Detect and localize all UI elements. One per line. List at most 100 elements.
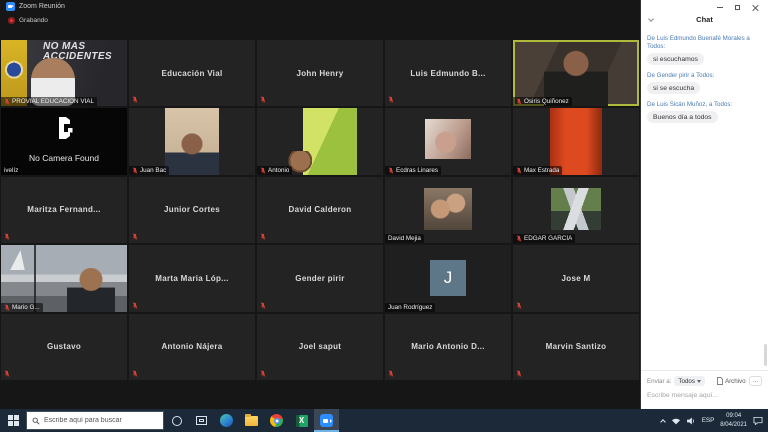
task-view-button[interactable] xyxy=(189,409,214,432)
cortana-button[interactable] xyxy=(164,409,189,432)
muted-mic-icon xyxy=(4,370,10,377)
maximize-icon[interactable] xyxy=(735,5,740,10)
muted-mic-icon xyxy=(132,233,138,240)
participant-tile[interactable]: Luis Edmundo B... xyxy=(385,40,511,106)
language-indicator[interactable]: ESP xyxy=(702,417,715,424)
recording-label: Grabando xyxy=(19,17,48,24)
poster-text: NO MAS ACCIDENTES xyxy=(43,42,125,62)
participant-name: Gender pirir xyxy=(257,245,383,311)
participant-tile[interactable]: Maritza Fernand... xyxy=(1,177,127,243)
more-options-button[interactable]: ... xyxy=(749,376,762,386)
windows-logo-icon xyxy=(8,415,19,426)
muted-mic-icon xyxy=(516,235,522,242)
participant-label: David Mejia xyxy=(385,234,424,243)
participant-tile[interactable]: Juan Bac xyxy=(129,108,255,174)
muted-mic-icon xyxy=(260,167,266,174)
participant-tile[interactable]: No Camera Foundivelíz xyxy=(1,108,127,174)
muted-mic-icon xyxy=(516,167,522,174)
edge-button[interactable] xyxy=(214,409,239,432)
participant-name: Marvin Santizo xyxy=(513,314,639,380)
recording-indicator[interactable]: Grabando xyxy=(8,17,48,24)
excel-icon xyxy=(296,415,308,427)
action-center-icon[interactable] xyxy=(753,416,763,425)
attach-file-button[interactable]: Archivo xyxy=(717,377,746,385)
chrome-button[interactable] xyxy=(264,409,289,432)
chat-panel: Chat De Luis Edmundo Buenafé Morales a T… xyxy=(640,0,768,409)
participant-tile[interactable]: Marvin Santizo xyxy=(513,314,639,380)
chat-input[interactable]: Escribe mensaje aquí... xyxy=(647,392,762,399)
zoom-app-button[interactable] xyxy=(314,409,339,432)
participant-tile[interactable]: Mario G... xyxy=(1,245,127,311)
participant-tile[interactable]: Educación Vial xyxy=(129,40,255,106)
participant-tile[interactable]: Junior Cortes xyxy=(129,177,255,243)
file-icon xyxy=(717,377,723,385)
muted-mic-icon xyxy=(516,302,522,309)
compose-toolbar: Enviar a: Todos Archivo ... xyxy=(647,376,762,386)
muted-mic-icon xyxy=(4,98,10,105)
chevron-down-icon[interactable] xyxy=(648,16,654,22)
muted-mic-icon xyxy=(516,98,522,105)
recipient-selector[interactable]: Todos xyxy=(674,376,705,386)
participant-name: ivelíz xyxy=(4,167,18,174)
muted-mic-icon xyxy=(388,167,394,174)
chat-title: Chat xyxy=(696,15,713,24)
chat-header: Chat xyxy=(641,12,768,28)
muted-mic-icon xyxy=(132,167,138,174)
network-icon[interactable] xyxy=(671,417,681,425)
muted-mic-icon xyxy=(388,96,394,103)
taskbar-search[interactable] xyxy=(26,411,164,430)
edge-icon xyxy=(220,414,233,427)
participant-tile[interactable]: EDGAR GARCÍA xyxy=(513,177,639,243)
excel-button[interactable] xyxy=(289,409,314,432)
participant-label: EDGAR GARCÍA xyxy=(513,234,575,243)
participant-name: Joel saput xyxy=(257,314,383,380)
participant-name: Mario G... xyxy=(12,304,40,311)
taskbar-clock[interactable]: 09:04 8/04/2021 xyxy=(720,412,747,428)
participant-tile[interactable]: Ecdras Linares xyxy=(385,108,511,174)
muted-mic-icon xyxy=(4,233,10,240)
hidden-icons-chevron-icon[interactable] xyxy=(660,419,666,425)
send-to-label: Enviar a: xyxy=(647,378,671,385)
zoom-meeting-window: Zoom Reunión Grabando NO MAS ACCIDENTESP… xyxy=(0,0,768,432)
participant-name: Maritza Fernand... xyxy=(1,177,127,243)
participant-tile[interactable]: Mario Antonio D... xyxy=(385,314,511,380)
participant-tile[interactable]: Max Estrada xyxy=(513,108,639,174)
zoom-app-icon xyxy=(320,414,333,427)
chat-message-sender: De Luis Edmundo Buenafé Morales a Todos: xyxy=(647,35,762,51)
file-explorer-button[interactable] xyxy=(239,409,264,432)
participant-tile[interactable]: Gender pirir xyxy=(257,245,383,311)
chat-message-sender: De Luis Sicán Muñoz, a Todos: xyxy=(647,101,762,109)
speaker-icon[interactable] xyxy=(687,417,696,425)
participant-tile[interactable]: JJuan Rodríguez xyxy=(385,245,511,311)
participant-tile[interactable]: Joel saput xyxy=(257,314,383,380)
zoom-logo-icon xyxy=(6,2,15,11)
close-icon[interactable] xyxy=(752,4,759,11)
search-input[interactable] xyxy=(44,417,158,424)
chat-message-bubble: si se escucha xyxy=(647,82,700,94)
chat-scrollbar[interactable] xyxy=(764,344,767,366)
participant-name: PROVIAL EDUCACIÓN VIAL xyxy=(12,98,94,105)
participant-tile[interactable]: Gustavo xyxy=(1,314,127,380)
chat-compose: Enviar a: Todos Archivo ... Escribe mens… xyxy=(641,370,768,409)
participant-tile[interactable]: David Mejia xyxy=(385,177,511,243)
participant-tile[interactable]: Antonio Nájera xyxy=(129,314,255,380)
participant-tile[interactable]: Jose M xyxy=(513,245,639,311)
participant-tile[interactable]: Marta Maria Lóp... xyxy=(129,245,255,311)
participant-name: Juan Rodríguez xyxy=(388,304,432,311)
participant-name: Max Estrada xyxy=(524,167,559,174)
participant-tile[interactable]: Osiris Quiñonez xyxy=(513,40,639,106)
start-button[interactable] xyxy=(0,409,26,432)
participant-tile[interactable]: John Henry xyxy=(257,40,383,106)
minimize-icon[interactable] xyxy=(717,7,723,8)
no-camera-logo-icon xyxy=(53,115,75,141)
muted-mic-icon xyxy=(132,96,138,103)
participant-tile[interactable]: David Calderon xyxy=(257,177,383,243)
muted-mic-icon xyxy=(516,370,522,377)
clock-date: 8/04/2021 xyxy=(720,421,747,429)
participant-tile[interactable]: NO MAS ACCIDENTES PROVIAL EDUCACIÓN VIAL xyxy=(1,40,127,106)
participant-label: Juan Rodríguez xyxy=(385,303,435,312)
participant-name: Marta Maria Lóp... xyxy=(129,245,255,311)
participant-tile[interactable]: Antonio xyxy=(257,108,383,174)
muted-mic-icon xyxy=(260,96,266,103)
search-icon xyxy=(32,417,40,425)
